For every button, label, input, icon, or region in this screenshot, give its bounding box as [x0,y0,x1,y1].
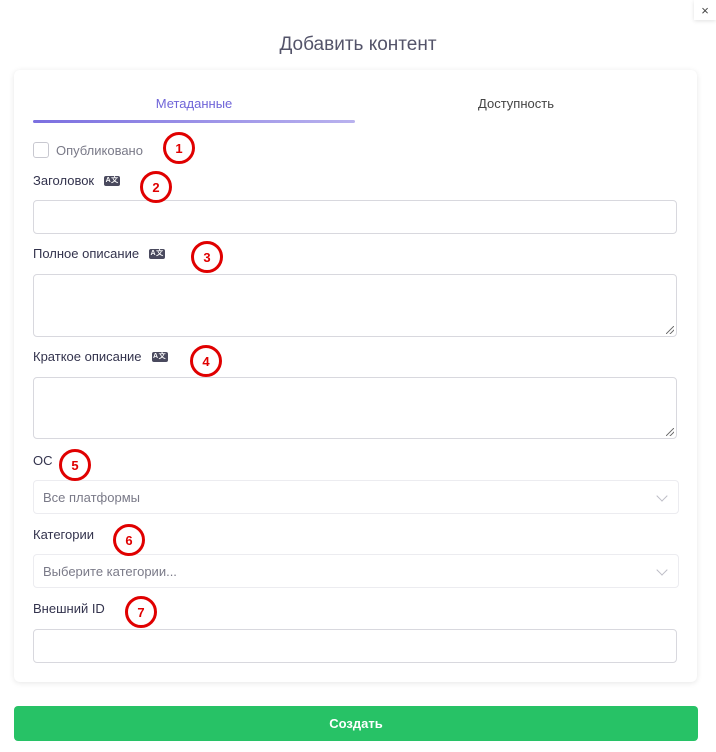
published-row: Опубликовано [33,142,143,158]
chevron-down-icon [656,490,668,502]
title-label-row: Заголовок A文 [33,173,121,188]
active-tab-indicator [33,120,355,123]
external-id-label: Внешний ID [33,601,105,616]
tab-bar: Метаданные Доступность [33,96,679,123]
translate-icon[interactable]: A文 [151,351,168,362]
os-selected-value: Все платформы [43,489,140,505]
annotation-marker-4: 4 [190,345,222,377]
title-label: Заголовок [33,173,95,188]
external-id-input[interactable] [33,629,677,663]
categories-label: Категории [33,527,94,542]
annotation-marker-1: 1 [163,132,195,164]
os-select[interactable]: Все платформы [33,480,679,514]
categories-placeholder: Выберите категории... [43,563,177,579]
published-label: Опубликовано [56,142,143,158]
categories-label-row: Категории [33,527,94,542]
create-button[interactable]: Создать [14,706,698,741]
close-button[interactable]: × [694,0,716,20]
full-description-label-row: Полное описание A文 [33,246,166,261]
full-description-label: Полное описание [33,246,140,261]
tab-availability[interactable]: Доступность [355,96,677,122]
resize-handle-icon[interactable] [666,428,674,436]
tab-metadata[interactable]: Метаданные [33,96,355,122]
short-description-label: Краткое описание [33,349,142,364]
annotation-marker-5: 5 [59,449,91,481]
full-description-textarea[interactable] [33,274,677,337]
os-label: ОС [33,453,53,468]
resize-handle-icon[interactable] [666,326,674,334]
annotation-marker-3: 3 [191,241,223,273]
translate-icon[interactable]: A文 [104,175,121,186]
translate-icon[interactable]: A文 [149,248,166,259]
annotation-marker-2: 2 [140,171,172,203]
short-description-label-row: Краткое описание A文 [33,349,168,364]
form-card: Метаданные Доступность Опубликовано Заго… [14,70,697,682]
close-icon: × [701,2,709,18]
published-checkbox[interactable] [33,142,49,158]
os-label-row: ОС [33,453,53,468]
dialog-title: Добавить контент [279,34,437,55]
categories-select[interactable]: Выберите категории... [33,554,679,588]
short-description-textarea[interactable] [33,377,677,439]
annotation-marker-7: 7 [125,596,157,628]
title-input[interactable] [33,200,677,234]
chevron-down-icon [656,564,668,576]
annotation-marker-6: 6 [113,524,145,556]
external-id-label-row: Внешний ID [33,601,105,616]
